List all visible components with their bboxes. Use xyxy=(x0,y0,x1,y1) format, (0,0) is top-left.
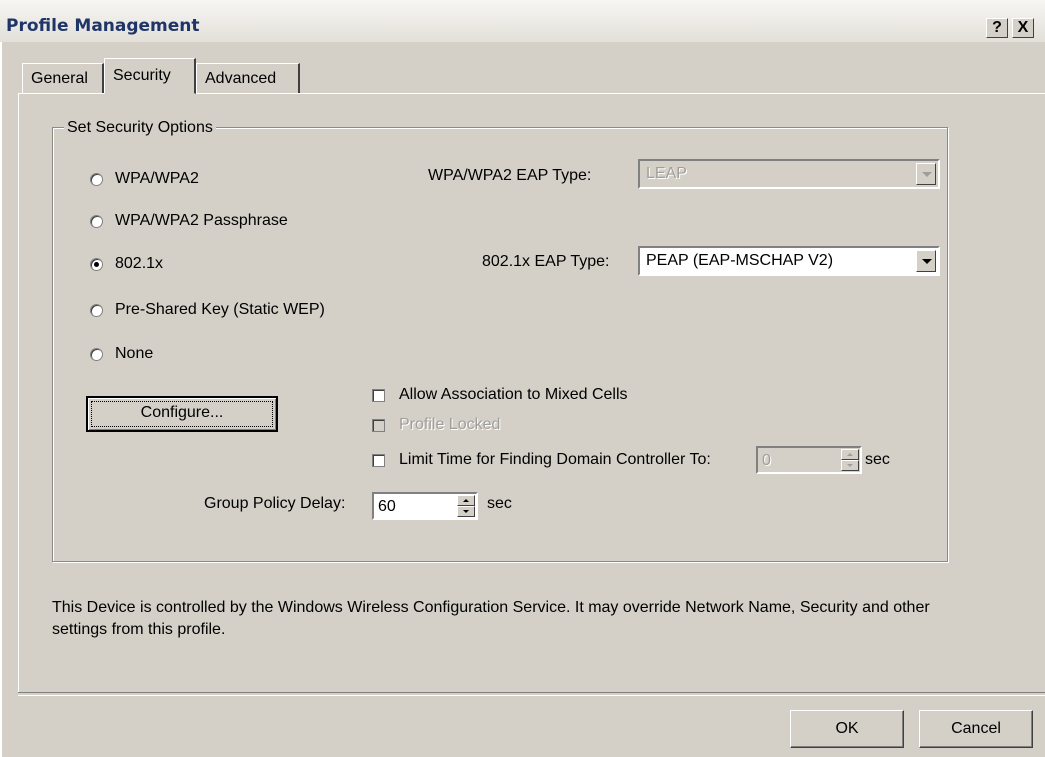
close-button[interactable]: X xyxy=(1012,18,1034,38)
radio-wpa-wpa2-passphrase[interactable]: WPA/WPA2 Passphrase xyxy=(90,210,288,232)
checkbox-limit-time[interactable]: Limit Time for Finding Domain Controller… xyxy=(372,449,711,471)
checkbox-label: Profile Locked xyxy=(399,416,501,433)
tab-security[interactable]: Security xyxy=(104,58,196,94)
group-title: Set Security Options xyxy=(64,119,216,137)
window-title: Profile Management xyxy=(6,16,200,36)
focus-rect xyxy=(91,401,273,427)
group-policy-delay-label: Group Policy Delay: xyxy=(204,495,346,512)
wpa-eap-type-label: WPA/WPA2 EAP Type: xyxy=(428,167,592,184)
radio-label: 802.1x xyxy=(115,255,164,272)
checkbox-label: Limit Time for Finding Domain Controller… xyxy=(399,451,711,468)
radio-none[interactable]: None xyxy=(90,343,153,365)
radio-label: WPA/WPA2 xyxy=(115,170,199,187)
radio-label: Pre-Shared Key (Static WEP) xyxy=(115,301,325,318)
domain-timeout-unit: sec xyxy=(865,451,890,468)
group-policy-delay-unit: sec xyxy=(487,495,512,512)
radio-dot xyxy=(94,261,99,267)
radio-button[interactable] xyxy=(90,347,103,361)
checkbox-label: Allow Association to Mixed Cells xyxy=(399,386,628,403)
group-policy-delay-spinbox[interactable]: 60 xyxy=(372,492,478,520)
service-notice: This Device is controlled by the Windows… xyxy=(52,599,930,638)
window-frame xyxy=(0,42,2,757)
radio-button-selected[interactable] xyxy=(90,257,103,271)
configure-button[interactable]: Configure... xyxy=(86,396,278,432)
domain-timeout-value: 0 xyxy=(762,452,771,469)
chevron-down-icon[interactable] xyxy=(916,250,936,272)
spin-arrows-icon[interactable] xyxy=(457,495,475,517)
cancel-button[interactable]: Cancel xyxy=(919,710,1033,748)
ok-button[interactable]: OK xyxy=(790,710,904,748)
group-policy-delay-value: 60 xyxy=(378,498,396,515)
dot1x-eap-type-value: PEAP (EAP-MSCHAP V2) xyxy=(646,252,834,269)
wpa-eap-type-value: LEAP xyxy=(646,165,687,182)
radio-button[interactable] xyxy=(90,303,103,317)
radio-802-1x[interactable]: 802.1x xyxy=(90,253,163,275)
radio-pre-shared-key[interactable]: Pre-Shared Key (Static WEP) xyxy=(90,299,325,321)
checkbox[interactable] xyxy=(372,388,385,402)
tab-general[interactable]: General xyxy=(22,63,104,93)
help-button[interactable]: ? xyxy=(986,18,1008,38)
domain-timeout-spinbox[interactable]: 0 xyxy=(756,446,862,474)
divider xyxy=(18,692,1045,696)
wpa-eap-type-select[interactable]: LEAP xyxy=(638,159,940,189)
dot1x-eap-type-select[interactable]: PEAP (EAP-MSCHAP V2) xyxy=(638,246,940,276)
chevron-down-icon[interactable] xyxy=(916,163,936,185)
tab-advanced[interactable]: Advanced xyxy=(196,63,300,93)
radio-label: None xyxy=(115,345,154,362)
radio-button[interactable] xyxy=(90,172,103,186)
spin-arrows-icon[interactable] xyxy=(841,449,859,471)
dot1x-eap-type-label: 802.1x EAP Type: xyxy=(482,253,610,270)
radio-label: WPA/WPA2 Passphrase xyxy=(115,212,288,229)
checkbox-profile-locked[interactable]: Profile Locked xyxy=(372,414,500,436)
radio-button[interactable] xyxy=(90,214,103,228)
checkbox[interactable] xyxy=(372,453,385,467)
checkbox-disabled[interactable] xyxy=(372,418,385,432)
radio-wpa-wpa2[interactable]: WPA/WPA2 xyxy=(90,168,199,190)
checkbox-mixed-cells[interactable]: Allow Association to Mixed Cells xyxy=(372,384,628,406)
